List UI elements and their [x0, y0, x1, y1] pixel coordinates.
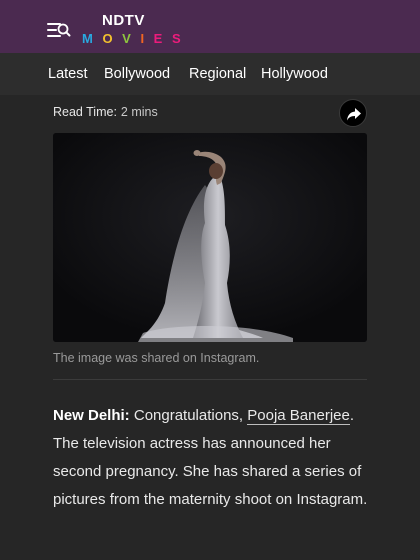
article-dateline: New Delhi: [53, 407, 130, 424]
logo-letter: E [153, 31, 172, 46]
share-button[interactable] [339, 99, 367, 127]
logo-letter: S [171, 31, 191, 46]
person-link-pooja-banerjee[interactable]: Pooja Banerjee [247, 407, 350, 425]
article-body: New Delhi: Congratulations, Pooja Banerj… [53, 402, 373, 514]
logo-ndtv-text: NDTV [102, 12, 145, 29]
nav-item-bollywood[interactable]: Bollywood [104, 66, 170, 82]
section-nav: Latest Bollywood Regional Hollywood [0, 53, 420, 95]
image-caption: The image was shared on Instagram. [53, 351, 260, 365]
nav-item-latest[interactable]: Latest [48, 66, 88, 82]
nav-item-regional[interactable]: Regional [189, 66, 246, 82]
logo-movies-text: MOVIES [82, 31, 190, 46]
top-header: NDTV MOVIES [0, 0, 420, 53]
menu-search-icon[interactable] [47, 20, 71, 42]
logo-letter: M [82, 31, 103, 46]
nav-item-hollywood[interactable]: Hollywood [261, 66, 328, 82]
article-photo [53, 133, 367, 342]
divider [53, 379, 367, 380]
read-time-label: Read Time: [53, 105, 117, 119]
ndtv-movies-logo[interactable]: NDTV MOVIES [82, 12, 182, 48]
article-intro-text: Congratulations, [129, 407, 248, 424]
read-time: Read Time: 2 mins [53, 105, 158, 119]
maternity-photo-illustration [53, 133, 367, 342]
logo-letter: V [122, 31, 141, 46]
logo-letter: O [102, 31, 123, 46]
read-time-value: 2 mins [120, 105, 158, 119]
logo-letter: I [140, 31, 154, 46]
